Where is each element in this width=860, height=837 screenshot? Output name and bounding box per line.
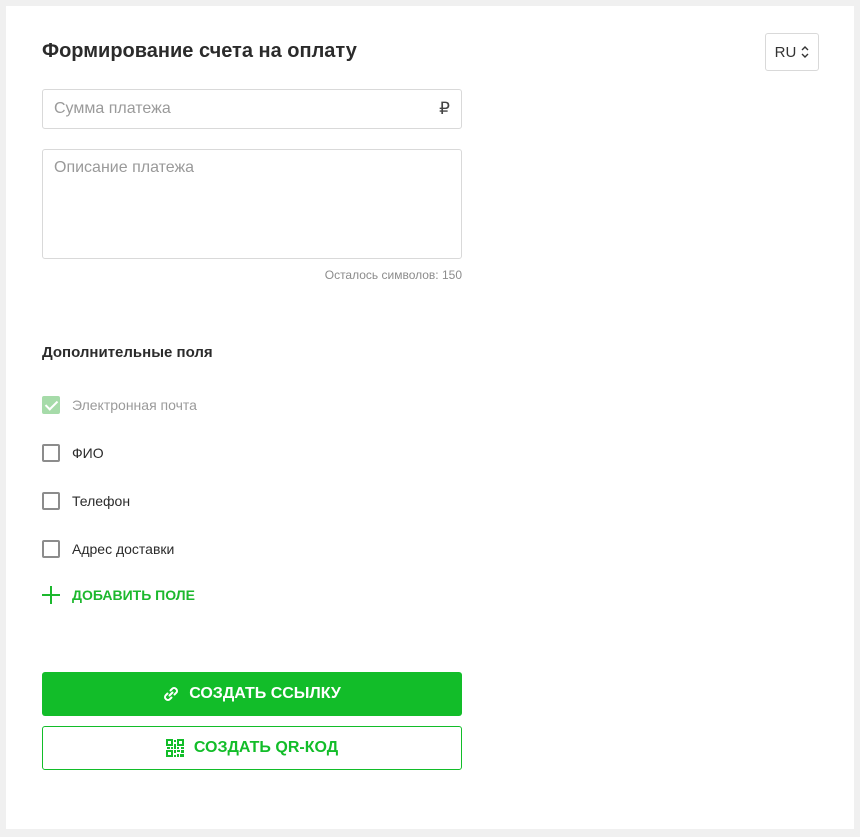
invoice-form-card: Формирование счета на оплату RU ₽ Остало… bbox=[6, 6, 854, 829]
checkbox-label-fio: ФИО bbox=[72, 445, 104, 461]
checkbox-fio[interactable] bbox=[42, 444, 60, 462]
amount-field-wrapper: ₽ bbox=[42, 89, 462, 129]
link-icon bbox=[164, 687, 179, 701]
plus-icon bbox=[42, 586, 60, 604]
chars-left-label: Осталось символов: bbox=[324, 268, 439, 282]
chevron-up-down-icon bbox=[801, 46, 809, 58]
checkbox-row-fio[interactable]: ФИО bbox=[42, 444, 104, 462]
checkbox-row-phone[interactable]: Телефон bbox=[42, 492, 130, 510]
qr-code-icon bbox=[165, 739, 184, 757]
chars-left-value: 150 bbox=[441, 268, 462, 282]
description-textarea[interactable] bbox=[43, 150, 461, 258]
page-title: Формирование счета на оплату bbox=[42, 40, 357, 62]
add-field-label: ДОБАВИТЬ ПОЛЕ bbox=[72, 587, 195, 603]
chars-left-counter: Осталось символов: 150 bbox=[42, 268, 462, 282]
create-link-label: СОЗДАТЬ ССЫЛКУ bbox=[189, 685, 341, 702]
checkbox-phone[interactable] bbox=[42, 492, 60, 510]
checkbox-row-email[interactable]: Электронная почта bbox=[42, 396, 197, 414]
create-qr-button[interactable]: СОЗДАТЬ QR-КОД bbox=[42, 726, 462, 770]
create-link-button[interactable]: СОЗДАТЬ ССЫЛКУ bbox=[42, 672, 462, 716]
ruble-icon: ₽ bbox=[439, 99, 450, 118]
create-qr-label: СОЗДАТЬ QR-КОД bbox=[193, 739, 339, 756]
checkbox-row-address[interactable]: Адрес доставки bbox=[42, 540, 174, 558]
language-select[interactable]: RU bbox=[765, 33, 819, 71]
extra-fields-title: Дополнительные поля bbox=[42, 344, 213, 361]
checkbox-label-phone: Телефон bbox=[72, 493, 131, 509]
checkbox-address[interactable] bbox=[42, 540, 60, 558]
description-field-wrapper bbox=[42, 149, 462, 259]
amount-input[interactable] bbox=[43, 90, 424, 128]
checkbox-label-email: Электронная почта bbox=[72, 397, 197, 413]
add-field-button[interactable]: ДОБАВИТЬ ПОЛЕ bbox=[42, 586, 195, 604]
checkbox-email[interactable] bbox=[42, 396, 60, 414]
language-value: RU bbox=[774, 43, 797, 61]
checkbox-label-address: Адрес доставки bbox=[72, 541, 175, 557]
